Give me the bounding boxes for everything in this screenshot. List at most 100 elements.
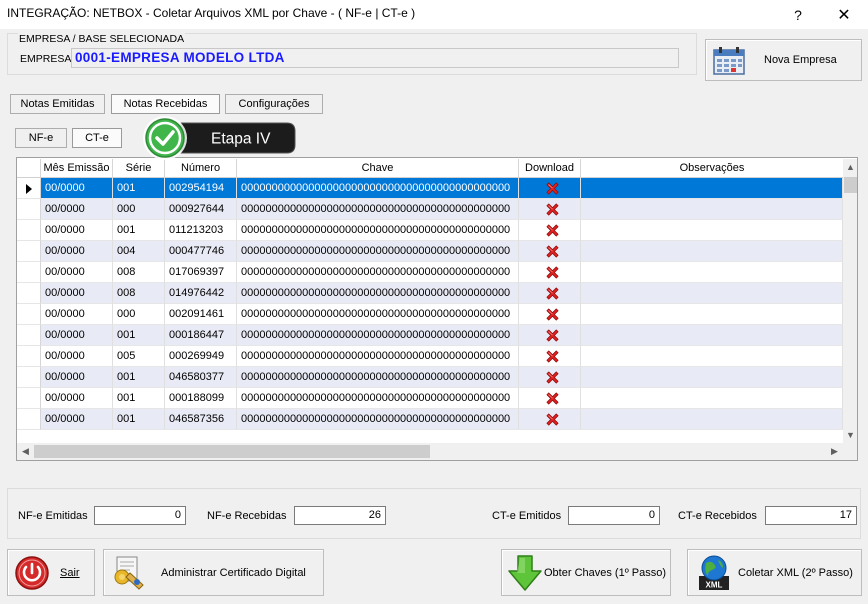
vertical-scrollbar[interactable]: ▲ ▼ (843, 159, 857, 443)
cell-mes-emissao: 00/0000 (41, 199, 113, 220)
cell-serie: 001 (113, 178, 165, 199)
red-x-icon[interactable] (545, 202, 560, 217)
red-x-icon[interactable] (545, 412, 560, 427)
nfe-recebidas-field[interactable]: 26 (294, 506, 386, 525)
tab-notas-recebidas[interactable]: Notas Recebidas (111, 94, 220, 114)
header-mes-emissao[interactable]: Mês Emissão (41, 159, 113, 178)
row-indicator[interactable] (17, 220, 41, 241)
cell-download[interactable] (519, 325, 581, 346)
red-x-icon[interactable] (545, 223, 560, 238)
table-row[interactable]: 00/0000 001 046587356 000000000000000000000… (17, 409, 843, 430)
row-indicator[interactable] (17, 283, 41, 304)
nova-empresa-button[interactable]: Nova Empresa (705, 39, 862, 81)
table-row[interactable]: 00/0000 001 000188099 000000000000000000000… (17, 388, 843, 409)
scroll-thumb[interactable] (844, 177, 857, 193)
table-row[interactable]: 00/0000 001 046580377 000000000000000000000… (17, 367, 843, 388)
tab-notas-emitidas[interactable]: Notas Emitidas (10, 94, 105, 114)
cell-numero: 011213203 (165, 220, 237, 241)
hscroll-thumb[interactable] (34, 445, 430, 458)
row-indicator[interactable] (17, 388, 41, 409)
red-x-icon[interactable] (545, 370, 560, 385)
table-row[interactable]: 00/0000 000 002091461 000000000000000000000… (17, 304, 843, 325)
etapa-badge: Etapa IV (143, 116, 296, 160)
close-button[interactable]: ✕ (822, 0, 866, 29)
table-row[interactable]: 00/0000 008 017069397 000000000000000000000… (17, 262, 843, 283)
cell-numero: 000269949 (165, 346, 237, 367)
cte-emitidos-field[interactable]: 0 (568, 506, 660, 525)
coletar-xml-label: Coletar XML (2º Passo) (738, 567, 853, 579)
cell-download[interactable] (519, 220, 581, 241)
cell-download[interactable] (519, 178, 581, 199)
cell-observacoes (581, 283, 843, 304)
documents-grid[interactable]: Mês Emissão Série Número Chave Download … (16, 157, 858, 461)
cell-chave: 0000000000000000000000000000000000000000… (237, 283, 519, 304)
header-observacoes[interactable]: Observações (581, 159, 843, 178)
row-indicator[interactable] (17, 199, 41, 220)
scroll-left-icon[interactable]: ◀ (18, 446, 33, 457)
table-row[interactable]: 00/0000 005 000269949 000000000000000000000… (17, 346, 843, 367)
scroll-up-icon[interactable]: ▲ (843, 162, 857, 172)
red-x-icon[interactable] (545, 328, 560, 343)
red-x-icon[interactable] (545, 286, 560, 301)
cell-mes-emissao: 00/0000 (41, 178, 113, 199)
cell-chave: 0000000000000000000000000000000000000000… (237, 220, 519, 241)
cell-download[interactable] (519, 346, 581, 367)
cell-download[interactable] (519, 409, 581, 430)
row-indicator[interactable] (17, 262, 41, 283)
cell-download[interactable] (519, 241, 581, 262)
cell-chave: 0000000000000000000000000000000000000000… (237, 178, 519, 199)
row-indicator[interactable] (17, 178, 41, 199)
nfe-emitidas-field[interactable]: 0 (94, 506, 186, 525)
subtab-nfe[interactable]: NF-e (15, 128, 67, 148)
row-indicator[interactable] (17, 346, 41, 367)
cell-mes-emissao: 00/0000 (41, 409, 113, 430)
cell-download[interactable] (519, 388, 581, 409)
scroll-right-icon[interactable]: ▶ (827, 446, 842, 457)
sair-button[interactable]: Sair (7, 549, 95, 596)
row-indicator[interactable] (17, 367, 41, 388)
cell-download[interactable] (519, 283, 581, 304)
table-row[interactable]: 00/0000 004 000477746 000000000000000000000… (17, 241, 843, 262)
tab-configuracoes[interactable]: Configurações (225, 94, 323, 114)
red-x-icon[interactable] (545, 244, 560, 259)
cell-chave: 0000000000000000000000000000000000000000… (237, 325, 519, 346)
table-row[interactable]: 00/0000 001 002954194 000000000000000000000… (17, 178, 843, 199)
cell-numero: 000186447 (165, 325, 237, 346)
xml-badge: XML (706, 581, 723, 590)
empresa-field[interactable]: 0001-EMPRESA MODELO LTDA (71, 48, 679, 68)
table-row[interactable]: 00/0000 008 014976442 000000000000000000000… (17, 283, 843, 304)
row-indicator[interactable] (17, 241, 41, 262)
red-x-icon[interactable] (545, 181, 560, 196)
cte-recebidos-field[interactable]: 17 (765, 506, 857, 525)
header-download[interactable]: Download (519, 159, 581, 178)
horizontal-scrollbar[interactable]: ◀ ▶ (17, 443, 857, 460)
help-button[interactable]: ? (776, 0, 820, 29)
red-x-icon[interactable] (545, 265, 560, 280)
table-row[interactable]: 00/0000 001 000186447 000000000000000000000… (17, 325, 843, 346)
subtab-cte[interactable]: CT-e (72, 128, 122, 148)
cell-download[interactable] (519, 199, 581, 220)
scroll-down-icon[interactable]: ▼ (843, 430, 857, 440)
calendar-icon (713, 47, 745, 75)
cell-download[interactable] (519, 304, 581, 325)
red-x-icon[interactable] (545, 391, 560, 406)
red-x-icon[interactable] (545, 307, 560, 322)
row-indicator[interactable] (17, 409, 41, 430)
certificado-button[interactable]: Administrar Certificado Digital (103, 549, 324, 596)
row-indicator[interactable] (17, 325, 41, 346)
coletar-xml-button[interactable]: XML Coletar XML (2º Passo) (687, 549, 862, 596)
red-x-icon[interactable] (545, 349, 560, 364)
cte-emitidos-label: CT-e Emitidos (492, 510, 562, 522)
table-row[interactable]: 00/0000 001 011213203 000000000000000000000… (17, 220, 843, 241)
current-row-arrow-icon (26, 184, 32, 194)
table-row[interactable]: 00/0000 000 000927644 000000000000000000000… (17, 199, 843, 220)
cell-download[interactable] (519, 367, 581, 388)
empresa-group-label: EMPRESA / BASE SELECIONADA (18, 33, 186, 45)
cell-numero: 000477746 (165, 241, 237, 262)
row-indicator[interactable] (17, 304, 41, 325)
cell-observacoes (581, 409, 843, 430)
cell-observacoes (581, 199, 843, 220)
cell-download[interactable] (519, 262, 581, 283)
cell-observacoes (581, 367, 843, 388)
obter-chaves-button[interactable]: Obter Chaves (1º Passo) (501, 549, 671, 596)
